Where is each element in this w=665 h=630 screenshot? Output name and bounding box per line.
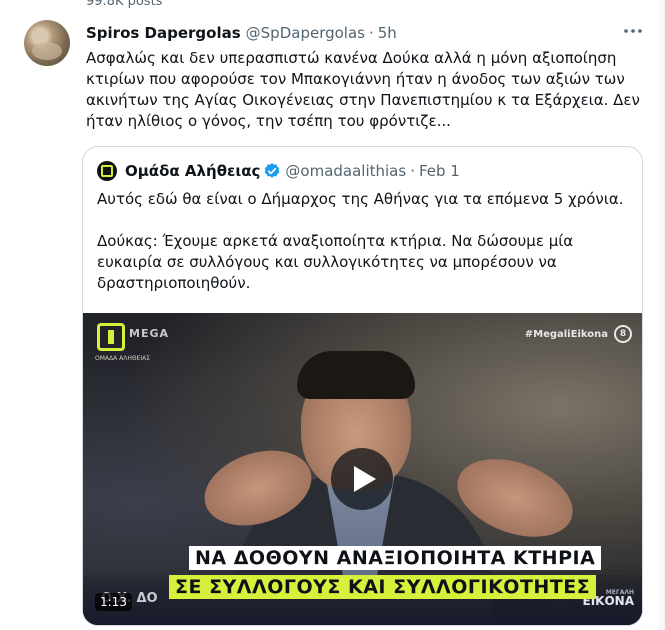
- channel-logo: MEGA: [129, 327, 170, 340]
- quoted-paragraph: Δούκας: Έχουμε αρκετά αναξιοποίητα κτήρι…: [97, 232, 574, 292]
- separator-dot: ·: [368, 24, 374, 42]
- play-button-icon[interactable]: [331, 448, 393, 510]
- separator-dot: ·: [410, 162, 415, 180]
- quoted-author-avatar: [97, 161, 117, 181]
- show-hashtag: #MegaliEikona: [524, 329, 608, 340]
- author-handle[interactable]: @SpDapergolas: [246, 24, 365, 42]
- author-name[interactable]: Spiros Dapergolas: [86, 24, 241, 42]
- tweet-text: Ασφαλώς και δεν υπερασπιστώ κανένα Δούκα…: [86, 49, 640, 130]
- quoted-tweet-card[interactable]: Ομάδα Αλήθειας @omadaalithias · Feb 1 Αυ…: [82, 146, 643, 626]
- quoted-tweet-text: Αυτός εδώ θα είναι ο Δήμαρχος της Αθήνας…: [97, 189, 632, 294]
- previous-post-stats: 99.8K posts: [86, 0, 163, 9]
- caption-line-2: ΣΕ ΣΥΛΛΟΓΟΥΣ ΚΑΙ ΣΥΛΛΟΓΙΚΟΤΗΤΕΣ: [169, 575, 597, 599]
- author-avatar[interactable]: [24, 20, 70, 66]
- age-rating-badge: 8: [614, 325, 632, 343]
- video-duration: 1:13: [95, 593, 132, 611]
- verified-badge-icon: [265, 163, 280, 178]
- quoted-timestamp: Feb 1: [418, 162, 460, 180]
- more-dots-icon[interactable]: [622, 20, 644, 42]
- quoted-author-handle: @omadaalithias: [285, 162, 407, 180]
- video-person-hair: [297, 351, 415, 399]
- omada-logo-icon: [97, 323, 125, 351]
- video-player[interactable]: MEGA ΟΜΑΔΑ ΑΛΗΘΕΙΑΣ #MegaliEikona 8 Ο.Χ.…: [83, 313, 642, 625]
- logo-subtitle: ΟΜΑΔΑ ΑΛΗΘΕΙΑΣ: [95, 355, 151, 362]
- caption-line-1: ΝΑ ΔΟΘΟΥΝ ΑΝΑΞΙΟΠΟΙΗΤΑ ΚΤΗΡΙΑ: [189, 546, 602, 570]
- tweet-header: Spiros Dapergolas @SpDapergolas · 5h: [86, 24, 397, 42]
- quoted-paragraph: Αυτός εδώ θα είναι ο Δήμαρχος της Αθήνας…: [97, 190, 624, 208]
- tweet-timestamp[interactable]: 5h: [378, 24, 397, 42]
- quoted-author-name: Ομάδα Αλήθειας: [125, 162, 261, 180]
- quoted-tweet-header: Ομάδα Αλήθειας @omadaalithias · Feb 1: [97, 161, 460, 181]
